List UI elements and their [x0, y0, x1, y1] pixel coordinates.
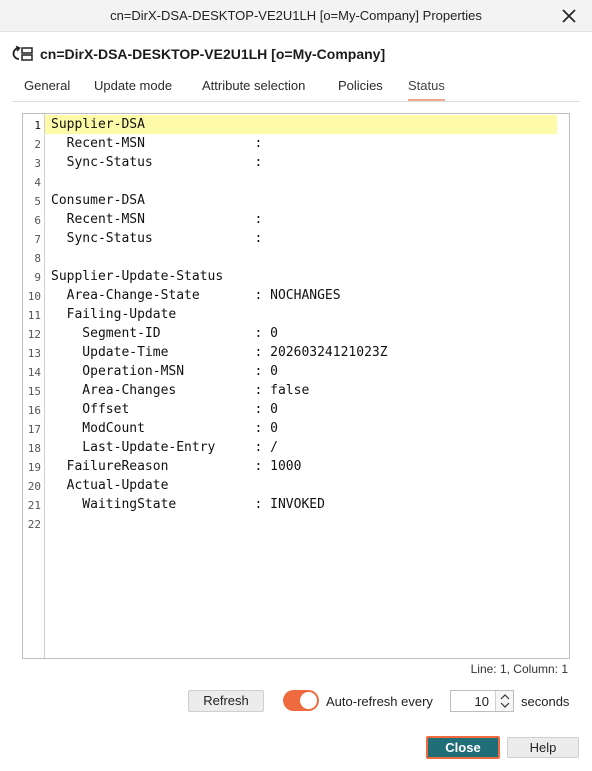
auto-refresh-toggle[interactable]	[283, 690, 319, 711]
line-number: 18	[27, 442, 41, 455]
code-line: Consumer-DSA	[51, 193, 145, 208]
title-bar: cn=DirX-DSA-DESKTOP-VE2U1LH [o=My-Compan…	[0, 0, 592, 32]
line-number: 10	[27, 290, 41, 303]
code-line: Actual-Update	[51, 478, 169, 493]
code-line: Supplier-DSA	[51, 117, 145, 132]
interval-input[interactable]	[451, 691, 493, 711]
code-line: Segment-ID : 0	[51, 326, 278, 341]
line-number: 6	[34, 214, 41, 227]
line-number: 4	[34, 176, 41, 189]
tab-attribute-selection[interactable]: Attribute selection	[202, 78, 305, 93]
line-number: 3	[34, 157, 41, 170]
code-line: Recent-MSN :	[51, 136, 263, 151]
close-icon[interactable]	[558, 5, 580, 27]
interval-spinner[interactable]	[450, 690, 514, 712]
code-line: Area-Changes : false	[51, 383, 310, 398]
line-number: 7	[34, 233, 41, 246]
close-button[interactable]: Close	[426, 736, 500, 759]
code-line: Sync-Status :	[51, 231, 263, 246]
line-number: 13	[27, 347, 41, 360]
code-line: ModCount : 0	[51, 421, 278, 436]
object-name: cn=DirX-DSA-DESKTOP-VE2U1LH [o=My-Compan…	[40, 46, 386, 62]
window-title: cn=DirX-DSA-DESKTOP-VE2U1LH [o=My-Compan…	[110, 8, 482, 23]
tab-general[interactable]: General	[24, 78, 70, 93]
toggle-knob	[300, 692, 317, 709]
line-number: 21	[27, 499, 41, 512]
code-line: Recent-MSN :	[51, 212, 263, 227]
seconds-label: seconds	[521, 694, 570, 709]
code-line: WaitingState : INVOKED	[51, 497, 325, 512]
spinner-arrows-icon[interactable]	[495, 691, 513, 711]
line-number: 15	[27, 385, 41, 398]
line-number: 12	[27, 328, 41, 341]
cursor-position: Line: 1, Column: 1	[470, 662, 568, 676]
code-line: Sync-Status :	[51, 155, 263, 170]
tab-status[interactable]: Status	[408, 78, 445, 101]
refresh-button[interactable]: Refresh	[188, 690, 264, 712]
line-number: 8	[34, 252, 41, 265]
line-number: 16	[27, 404, 41, 417]
line-number: 5	[34, 195, 41, 208]
code-line: Operation-MSN : 0	[51, 364, 278, 379]
line-number: 2	[34, 138, 41, 151]
code-line: Area-Change-State : NOCHANGES	[51, 288, 341, 303]
line-number: 17	[27, 423, 41, 436]
line-number: 22	[27, 518, 41, 531]
editor-content[interactable]: Supplier-DSA Recent-MSN : Sync-Status : C…	[45, 114, 569, 658]
help-button[interactable]: Help	[507, 737, 579, 758]
line-number-gutter: 1 2 3 4 5 6 7 8 9 10 11 12 13 14 15 16 17 18 19 20 21 22	[23, 114, 45, 658]
auto-refresh-label: Auto-refresh every	[326, 694, 433, 709]
code-line: FailureReason : 1000	[51, 459, 302, 474]
tab-update-mode[interactable]: Update mode	[94, 78, 172, 93]
code-line: Last-Update-Entry : /	[51, 440, 278, 455]
line-number: 20	[27, 480, 41, 493]
line-number: 14	[27, 366, 41, 379]
code-line: Offset : 0	[51, 402, 278, 417]
tab-policies[interactable]: Policies	[338, 78, 383, 93]
status-text-editor[interactable]: 1 2 3 4 5 6 7 8 9 10 11 12 13 14 15 16 17 18 19 20 21 22 Supp…	[22, 113, 570, 659]
tab-bar: General Update mode Attribute selection …	[12, 76, 580, 102]
code-line: Update-Time : 20260324121023Z	[51, 345, 388, 360]
replication-agreement-icon	[12, 45, 33, 61]
line-number: 19	[27, 461, 41, 474]
code-line: Failing-Update	[51, 307, 177, 322]
line-number: 11	[27, 309, 41, 322]
line-number: 9	[34, 271, 41, 284]
object-header: cn=DirX-DSA-DESKTOP-VE2U1LH [o=My-Compan…	[12, 44, 385, 64]
code-line: Supplier-Update-Status	[51, 269, 224, 284]
line-number: 1	[34, 119, 41, 132]
